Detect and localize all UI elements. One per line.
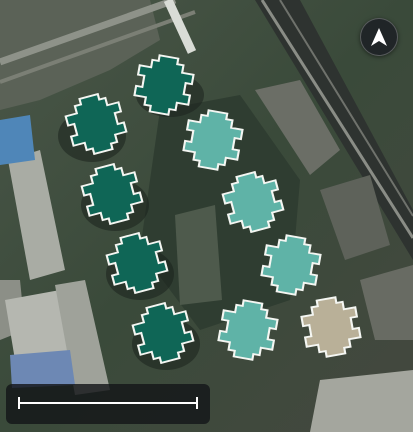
courtyard-building: [175, 205, 222, 305]
compass-button[interactable]: [360, 18, 398, 56]
scale-bar-panel: [6, 384, 210, 424]
sports-court: [0, 115, 35, 165]
map-view[interactable]: [0, 0, 413, 432]
satellite-map[interactable]: [0, 0, 413, 432]
scale-bar: [18, 397, 198, 409]
north-arrow-icon: [371, 28, 387, 46]
sports-court: [10, 350, 75, 388]
